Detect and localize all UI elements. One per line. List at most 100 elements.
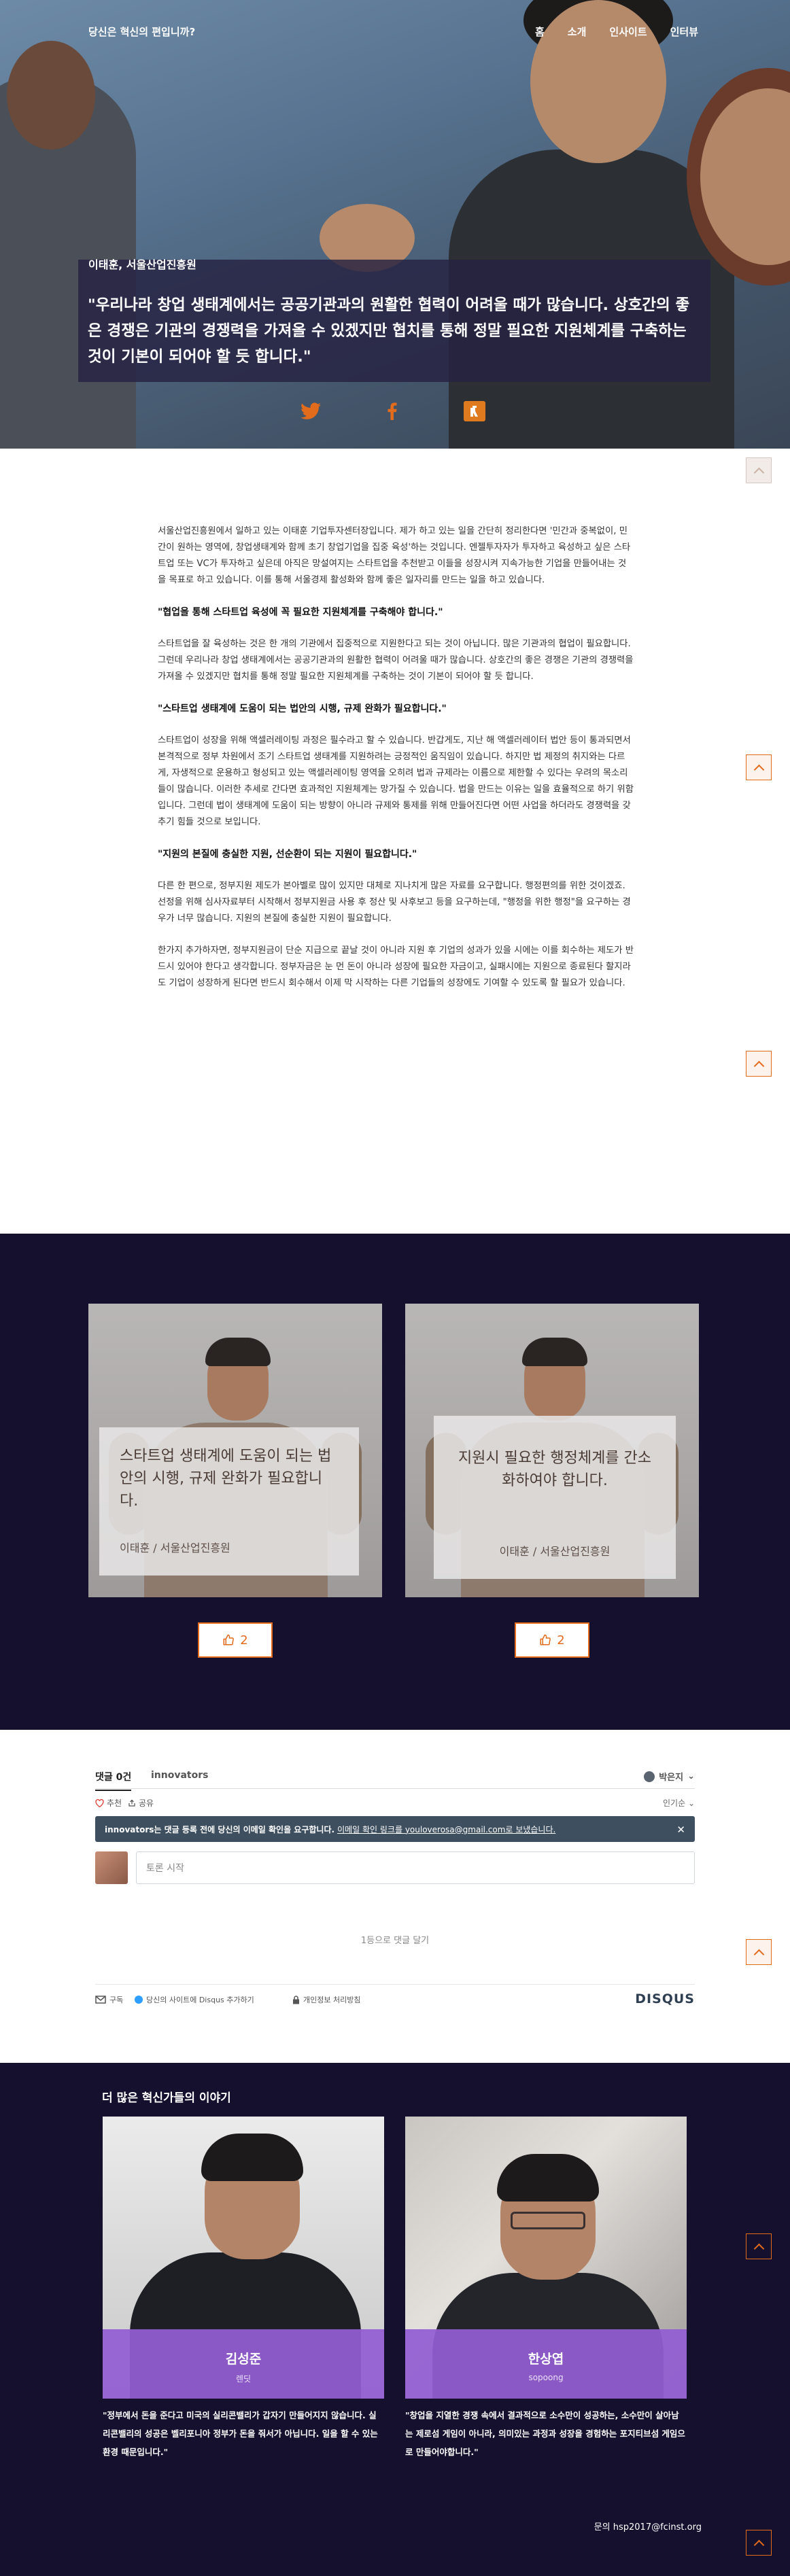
chevron-up-icon: [753, 467, 764, 478]
article-paragraph: 스타트업이 성장을 위해 액셀러레이팅 과정은 필수라고 할 수 있습니다. 반…: [158, 735, 634, 827]
share-buttons: [0, 401, 790, 424]
like-button[interactable]: 2: [198, 1622, 273, 1658]
share-icon: [128, 1799, 135, 1807]
hero-quote: "우리나라 창업 생태계에서는 공공기관과의 원활한 협력이 어려울 때가 많습…: [88, 296, 690, 366]
story-photo-hair: [201, 2134, 303, 2181]
message-photo-card: 스타트업 생태계에 도움이 되는 법안의 시행, 규제 완화가 필요합니다. 이…: [88, 1304, 382, 1597]
message-sign: 지원시 필요한 행정체계를 간소화하여야 합니다. 이태훈 / 서울산업진흥원: [434, 1416, 676, 1579]
envelope-icon: [95, 1996, 106, 2004]
add-disqus-label: 당신의 사이트에 Disqus 추가하기: [146, 1996, 254, 2004]
scroll-top-button[interactable]: [746, 2530, 772, 2556]
share-label: 공유: [139, 1798, 154, 1808]
story-name-band: 김성준 렌딧: [103, 2329, 384, 2399]
like-count: 2: [557, 1633, 565, 1648]
chevron-down-icon: ⌄: [687, 1798, 695, 1808]
article-subheading: "지원의 본질에 충실한 지원, 선순환이 되는 지원이 필요합니다.": [158, 849, 417, 860]
chevron-up-icon: [753, 1949, 764, 1960]
comment-tabs: 댓글 0건 innovators 박은지 ⌄: [95, 1766, 695, 1791]
menu-item-home[interactable]: 홈: [535, 24, 545, 39]
lock-icon: [293, 1995, 299, 2004]
story-name: 한상엽: [528, 2352, 564, 2367]
email-verify-alert: innovators는 댓글 등록 전에 당신의 이메일 확인을 요구합니다. …: [95, 1816, 695, 1842]
more-stories-title: 더 많은 혁신가들의 이야기: [102, 2091, 231, 2105]
message-sign: 스타트업 생태계에 도움이 되는 법안의 시행, 규제 완화가 필요합니다. 이…: [99, 1427, 359, 1576]
top-navigation: 당신은 혁신의 편입니까? 홈 소개 인사이트 인터뷰: [0, 24, 790, 45]
scroll-top-button[interactable]: [746, 2233, 772, 2259]
user-avatar-icon: [644, 1771, 655, 1782]
subscribe-label: 구독: [109, 1996, 124, 2004]
facebook-icon[interactable]: [385, 401, 399, 421]
thumbs-up-icon: [540, 1634, 551, 1646]
user-name: 박은지: [659, 1773, 684, 1783]
like-button[interactable]: 2: [515, 1622, 589, 1658]
subscribe-link[interactable]: 구독: [95, 1994, 123, 2005]
comment-composer: 토론 시작: [95, 1851, 695, 1884]
twitter-icon[interactable]: [299, 401, 322, 421]
story-name-band: 한상엽 sopoong: [405, 2329, 687, 2399]
message-author: 이태훈 / 서울산업진흥원: [120, 1542, 230, 1554]
story-org: sopoong: [528, 2373, 564, 2382]
alert-message: innovators는 댓글 등록 전에 당신의 이메일 확인을 요구합니다.: [105, 1824, 335, 1834]
alert-link[interactable]: 이메일 확인 링크를 youloverosa@gmail.com로 보냈습니다.: [337, 1824, 555, 1835]
story-quote: "창업을 지열한 경쟁 속에서 결과적으로 소수만이 성공하는, 소수만이 살아…: [405, 2410, 685, 2457]
disqus-footer: 구독 당신의 사이트에 Disqus 추가하기 개인정보 처리방침 DISQUS: [95, 1984, 695, 2006]
site-brand[interactable]: 당신은 혁신의 편입니까?: [88, 24, 195, 39]
story-org: 렌딧: [235, 2374, 252, 2384]
share-button[interactable]: 공유: [128, 1797, 154, 1809]
user-menu[interactable]: 박은지 ⌄: [644, 1770, 695, 1783]
sort-label: 인기순: [662, 1798, 686, 1808]
article-paragraph: 한가지 추가하자면, 정부지원금이 단순 지급으로 끝날 것이 아니라 지원 후…: [158, 945, 634, 988]
comments-section: 댓글 0건 innovators 박은지 ⌄ 추천 공유 인기순 ⌄ innov…: [95, 1766, 695, 2006]
tab-community[interactable]: innovators: [151, 1770, 208, 1781]
comment-input[interactable]: 토론 시작: [136, 1851, 695, 1884]
interview-article: 서울산업진흥원에서 일하고 있는 이태훈 기업투자센터장입니다. 제가 하고 있…: [158, 523, 634, 1007]
recommend-label: 추천: [107, 1798, 122, 1808]
disqus-logo[interactable]: DISQUS: [635, 1991, 695, 2006]
hero-photo-head-left: [7, 41, 95, 150]
article-paragraph: 스타트업을 잘 육성하는 것은 한 개의 기관에서 집중적으로 지원한다고 되는…: [158, 639, 634, 682]
message-title: 스타트업 생태계에 도움이 되는 법안의 시행, 규제 완화가 필요합니다.: [120, 1448, 332, 1510]
photo-hair: [522, 1338, 587, 1366]
add-disqus-link[interactable]: 당신의 사이트에 Disqus 추가하기: [135, 1994, 254, 2005]
menu-item-interview[interactable]: 인터뷰: [670, 24, 698, 39]
scroll-top-button[interactable]: [746, 1051, 772, 1077]
privacy-link[interactable]: 개인정보 처리방침: [292, 1994, 360, 2005]
menu-item-about[interactable]: 소개: [568, 24, 587, 39]
sort-dropdown[interactable]: 인기순 ⌄: [663, 1797, 695, 1809]
story-name: 김성준: [225, 2352, 262, 2367]
tab-comments[interactable]: 댓글 0건: [95, 1770, 132, 1791]
message-photo-card: 지원시 필요한 행정체계를 간소화하여야 합니다. 이태훈 / 서울산업진흥원: [405, 1304, 699, 1597]
story-card[interactable]: 김성준 렌딧: [103, 2117, 384, 2399]
like-count: 2: [240, 1633, 248, 1648]
speaker-name: 이태훈, 서울산업진흥원: [88, 258, 196, 271]
privacy-label: 개인정보 처리방침: [303, 1996, 361, 2004]
article-subheading: "스타트업 생태계에 도움이 되는 법안의 시행, 규제 완화가 필요합니다.": [158, 703, 447, 714]
hero-quote-box: 이태훈, 서울산업진흥원 "우리나라 창업 생태계에서는 공공기관과의 원활한 …: [78, 258, 710, 382]
kakaostory-icon[interactable]: [464, 401, 485, 421]
story-card[interactable]: 한상엽 sopoong: [405, 2117, 687, 2399]
chevron-up-icon: [753, 2243, 764, 2254]
recommend-button[interactable]: 추천: [95, 1797, 122, 1809]
thumbs-up-icon: [223, 1634, 235, 1646]
message-title: 지원시 필요한 행정체계를 간소화하여야 합니다.: [458, 1450, 652, 1489]
chevron-up-icon: [753, 2539, 764, 2550]
heart-icon: [95, 1798, 104, 1807]
story-photo-hair: [497, 2154, 599, 2201]
scroll-top-button[interactable]: [746, 457, 772, 483]
disqus-icon: [135, 1996, 143, 2004]
comment-actions: 추천 공유 인기순 ⌄: [95, 1789, 695, 1812]
contact-email[interactable]: 문의 hsp2017@fcinst.org: [594, 2520, 702, 2533]
hero-section: 당신은 혁신의 편입니까? 홈 소개 인사이트 인터뷰 이태훈, 서울산업진흥원…: [0, 0, 790, 449]
scroll-top-button[interactable]: [746, 754, 772, 780]
empty-comments-text: 1등으로 댓글 달기: [360, 1936, 430, 1946]
article-subheading: "협업을 통해 스타트업 육성에 꼭 필요한 지원체계를 구축해야 합니다.": [158, 607, 443, 618]
avatar: [95, 1851, 128, 1884]
chevron-up-icon: [753, 764, 764, 775]
story-photo-glasses: [511, 2212, 585, 2229]
scroll-top-button[interactable]: [746, 1939, 772, 1965]
message-author: 이태훈 / 서울산업진흥원: [499, 1545, 611, 1558]
close-icon[interactable]: ✕: [676, 1824, 685, 1836]
menu-item-insight[interactable]: 인사이트: [609, 24, 647, 39]
chevron-down-icon: ⌄: [687, 1771, 695, 1781]
main-menu: 홈 소개 인사이트 인터뷰: [535, 24, 698, 39]
